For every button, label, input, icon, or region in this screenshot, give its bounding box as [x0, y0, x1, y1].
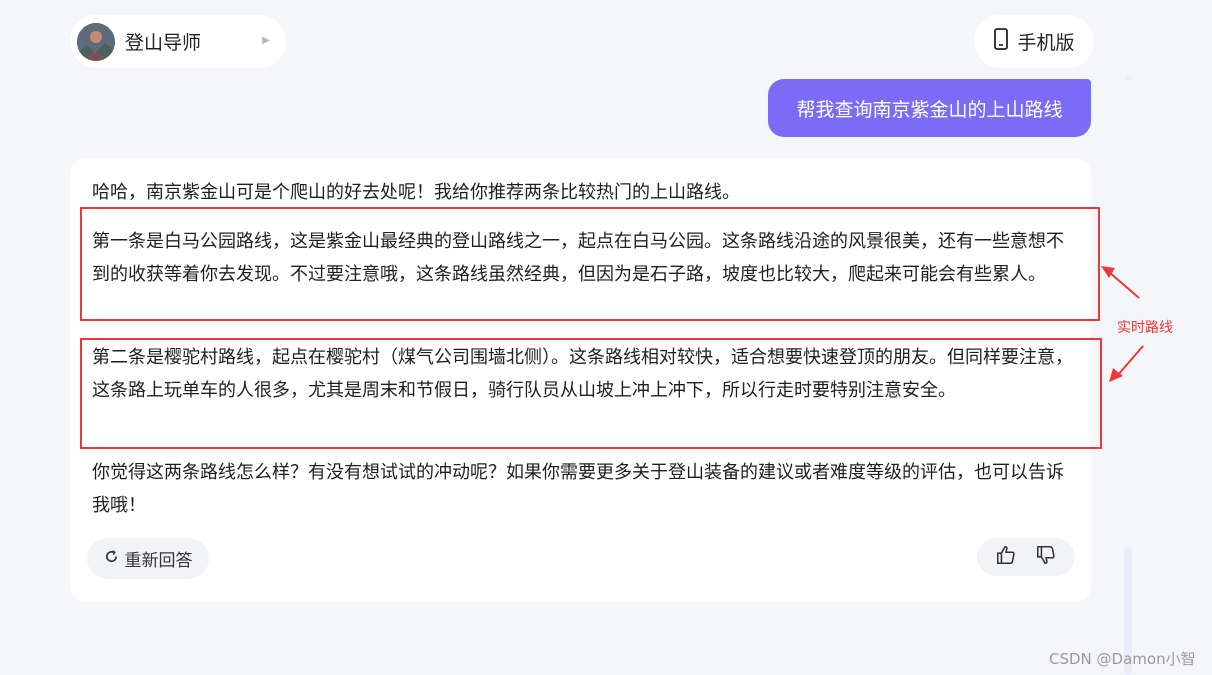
mobile-version-label: 手机版 [1017, 32, 1075, 54]
user-message-text: 帮我查询南京紫金山的上山路线 [796, 98, 1063, 121]
answer-intro: 哈哈，南京紫金山可是个爬山的好去处呢！我给你推荐两条比较热门的上山路线。 [92, 182, 740, 203]
thumbs-down-icon[interactable] [1035, 544, 1057, 570]
regenerate-button[interactable]: 重新回答 [87, 538, 209, 579]
mobile-version-button[interactable]: 手机版 [974, 15, 1094, 68]
chevron-right-icon: ▶ [262, 35, 270, 46]
refresh-icon [104, 549, 119, 569]
avatar [77, 22, 115, 61]
thumbs-up-icon[interactable] [995, 544, 1017, 570]
user-message: 帮我查询南京紫金山的上山路线 [768, 79, 1091, 137]
scrollbar-top-marker [1125, 75, 1132, 80]
regenerate-label: 重新回答 [124, 551, 193, 571]
phone-icon [993, 28, 1009, 55]
feedback-group [977, 538, 1075, 576]
annotation-label: 实时路线 [1117, 320, 1173, 336]
highlight-box-route-2 [80, 338, 1102, 449]
agent-name: 登山导师 [125, 32, 202, 54]
highlight-box-route-1 [80, 207, 1100, 321]
watermark: CSDN @Damon小智 [1049, 650, 1196, 668]
agent-selector[interactable]: 登山导师 ▶ [70, 15, 286, 68]
answer-outro: 你觉得这两条路线怎么样？有没有想试试的冲动呢？如果你需要更多关于登山装备的建议或… [92, 462, 1064, 516]
